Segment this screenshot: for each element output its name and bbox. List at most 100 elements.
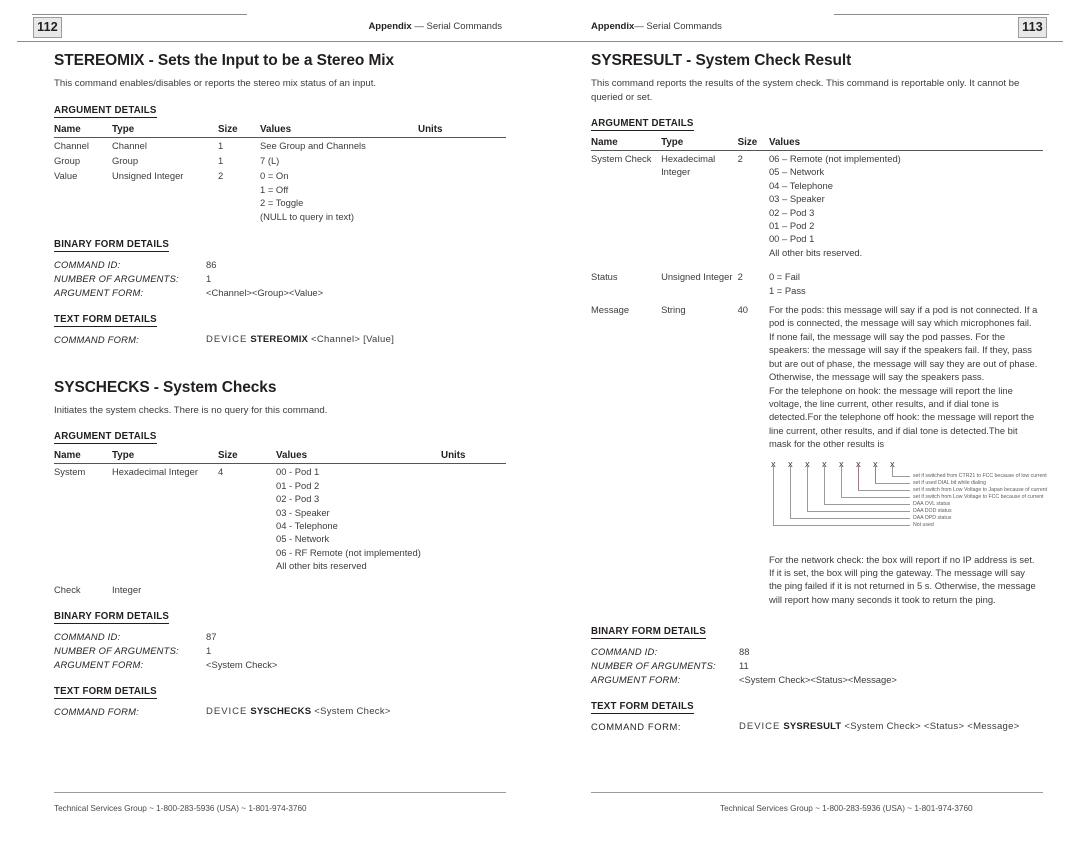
leader-horizontal: [823, 503, 910, 505]
header-rule-bottom: [17, 41, 540, 42]
col-type: Type: [112, 450, 218, 465]
value-line: 0 = Fail: [768, 271, 800, 283]
col-size: Size: [218, 123, 260, 138]
bitmask-label: set if switch from Low Voltage to FCC be…: [912, 493, 1044, 500]
value-line: 02 – Pod 3: [768, 206, 815, 218]
command-args: <System Check>: [314, 706, 391, 718]
cell-type: Hexadecimal Integer: [661, 153, 716, 178]
leader-horizontal: [874, 482, 910, 484]
table-row: Check Integer: [54, 574, 506, 597]
header-dash: —: [634, 21, 644, 32]
page-113: 113 Appendix— Serial Commands SYSRESULT …: [540, 0, 1080, 857]
cell-size: 2: [737, 153, 743, 164]
table-row: Message String 40 For the pods: this mes…: [591, 298, 1047, 607]
field-key: COMMAND FORM:: [54, 706, 139, 718]
cell-size: 4: [218, 466, 224, 478]
table-row: System Check Hexadecimal Integer 2 06 – …: [591, 151, 1043, 261]
leader-horizontal: [772, 524, 910, 526]
leader-vertical: [874, 465, 876, 484]
value-line: See Group and Channels: [260, 139, 366, 151]
field-key: COMMAND FORM:: [591, 721, 682, 733]
binary-form-row: COMMAND ID: 86: [54, 258, 506, 272]
binary-form-row: COMMAND ID: 87: [54, 630, 506, 644]
field-key: COMMAND ID:: [54, 631, 121, 643]
field-key: COMMAND ID:: [591, 646, 658, 658]
command-args: <System Check> <Status> <Message>: [844, 721, 1020, 733]
field-value: <Channel><Group><Value>: [206, 286, 324, 298]
cell-type: String: [661, 304, 686, 316]
header-section-label: Serial Commands: [426, 21, 503, 32]
field-key: ARGUMENT FORM:: [54, 659, 144, 671]
col-name: Name: [591, 137, 662, 151]
header-dash: —: [414, 21, 424, 32]
value-line: All other bits reserved.: [768, 246, 863, 258]
bitmask-label: DAA OVL status: [912, 500, 951, 507]
leader-horizontal: [789, 517, 910, 519]
leader-vertical: [857, 465, 859, 491]
col-values: Values: [768, 137, 1043, 151]
header-rule-bottom: [540, 41, 1063, 42]
value-line: 2 = Toggle: [260, 197, 304, 209]
leader-horizontal: [891, 475, 910, 477]
field-value: DEVICE SYSCHECKS <System Check>: [206, 705, 391, 719]
footer-contact: Technical Services Group ~ 1-800-283-593…: [720, 804, 973, 813]
leader-vertical: [840, 465, 842, 498]
command-keyword: SYSRESULT: [783, 721, 842, 733]
bitmask-label: set if used DIAL bit while dialing: [912, 479, 987, 486]
col-name: Name: [54, 123, 112, 138]
field-key: NUMBER OF ARGUMENTS:: [591, 660, 716, 672]
text-form-row: COMMAND FORM: DEVICE SYSRESULT <System C…: [591, 720, 1043, 734]
table-row: Status Unsigned Integer 2 0 = Fail 1 = P…: [591, 260, 1043, 298]
cell-values: See Group and Channels: [260, 137, 418, 153]
cell-name: Group: [54, 154, 81, 166]
cell-type: Channel: [112, 139, 147, 151]
header-breadcrumb: Appendix — Serial Commands: [368, 21, 502, 32]
cell-name: Value: [54, 170, 78, 182]
bitmask-label: DAA OPD status: [912, 514, 952, 521]
cell-name: Channel: [54, 139, 89, 151]
field-value: 88: [739, 646, 750, 658]
text-form-heading: TEXT FORM DETAILS: [54, 313, 157, 327]
field-value: DEVICE STEREOMIX <Channel> [Value]: [206, 333, 394, 347]
page-112: 112 Appendix — Serial Commands STEREOMIX…: [0, 0, 540, 857]
cell-size: 2: [218, 170, 224, 182]
command-syschecks: SYSCHECKS - System Checks Initiates the …: [54, 379, 506, 719]
value-paragraph: For the telephone on hook: the message w…: [768, 384, 1035, 450]
value-line: 01 – Pod 2: [768, 220, 815, 232]
value-line: 03 – Speaker: [768, 193, 825, 205]
value-line: (NULL to query in text): [260, 210, 354, 222]
binary-form-row: ARGUMENT FORM: <System Check><Status><Me…: [591, 673, 1043, 687]
page-112-body: STEREOMIX - Sets the Input to be a Stere…: [54, 52, 506, 719]
field-value: <System Check>: [206, 659, 278, 671]
bitmask-label: set if switched from CTR21 to FCC becaus…: [912, 472, 1047, 479]
field-key: NUMBER OF ARGUMENTS:: [54, 272, 179, 284]
header-appendix-label: Appendix: [591, 21, 635, 32]
running-head-right: 113 Appendix— Serial Commands: [540, 14, 1080, 44]
header-rule-top: [32, 14, 247, 15]
binary-form-row: COMMAND ID: 88: [591, 645, 1043, 659]
cell-type: Group: [112, 154, 139, 166]
argument-details-table: Name Type Size Values Units System Hexad…: [54, 450, 506, 597]
binary-form-heading: BINARY FORM DETAILS: [54, 238, 170, 252]
cell-values: For the pods: this message will say if a…: [768, 298, 1047, 607]
table-row: System Hexadecimal Integer 4 00 - Pod 1 …: [54, 464, 506, 574]
command-args: <Channel> [Value]: [311, 333, 395, 345]
field-key: COMMAND ID:: [54, 258, 121, 270]
col-size: Size: [218, 450, 276, 465]
field-value: DEVICE SYSRESULT <System Check> <Status>…: [739, 720, 1020, 734]
text-form-row: COMMAND FORM: DEVICE SYSCHECKS <System C…: [54, 705, 506, 719]
table-row: Channel Channel 1 See Group and Channels: [54, 137, 506, 153]
value-line: 00 - Pod 1: [276, 466, 320, 478]
cell-name: Check: [54, 583, 81, 595]
leader-vertical: [823, 465, 825, 505]
bitmask-diagram: x x x x x x x x set if switched from CTR…: [769, 457, 1047, 543]
field-key: ARGUMENT FORM:: [591, 674, 681, 686]
page-113-body: SYSRESULT - System Check Result This com…: [591, 52, 1047, 734]
page-number-badge: 112: [33, 17, 62, 38]
text-form-heading: TEXT FORM DETAILS: [591, 701, 694, 715]
cell-values: [276, 574, 441, 597]
value-line: 03 - Speaker: [276, 506, 330, 518]
field-value: 11: [739, 660, 749, 672]
field-key: NUMBER OF ARGUMENTS:: [54, 645, 179, 657]
